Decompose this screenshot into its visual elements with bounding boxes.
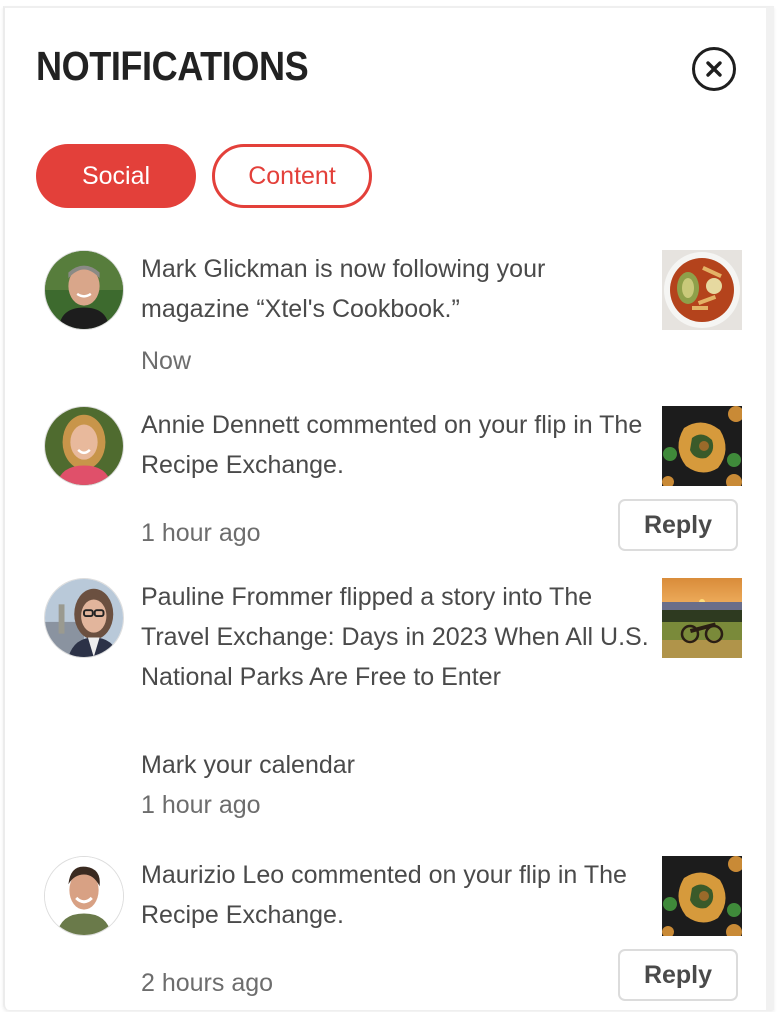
notification-thumbnail[interactable] (662, 578, 742, 658)
notification-thumbnail[interactable] (662, 250, 742, 330)
notification-text: Annie Dennett commented on your flip in … (141, 411, 643, 479)
user-avatar-icon (45, 579, 123, 657)
tab-content[interactable]: Content (212, 144, 372, 208)
notification-subtitle: Mark your calendar (141, 751, 355, 779)
avatar[interactable] (44, 250, 124, 330)
notification-text: Mark Glickman is now following your maga… (141, 255, 546, 323)
notification-time: Now (141, 347, 192, 375)
avatar[interactable] (44, 406, 124, 486)
notification-time: 1 hour ago (141, 519, 261, 547)
notification-thumbnail[interactable] (662, 856, 742, 936)
notification-time: 2 hours ago (141, 969, 274, 997)
pastry-thumbnail-icon (662, 856, 742, 936)
notification-time: 1 hour ago (141, 791, 261, 819)
notification-text: Pauline Frommer flipped a story into The… (141, 583, 649, 691)
close-icon (706, 61, 722, 77)
user-avatar-icon (45, 407, 123, 485)
tortilla-soup-thumbnail-icon (662, 250, 742, 330)
page-title: NOTIFICATIONS (36, 43, 309, 89)
sunset-cannon-thumbnail-icon (662, 578, 742, 658)
pastry-thumbnail-icon (662, 406, 742, 486)
close-button[interactable] (692, 47, 736, 91)
notification-text: Maurizio Leo commented on your flip in T… (141, 861, 627, 929)
user-avatar-icon (45, 857, 123, 935)
notification-thumbnail[interactable] (662, 406, 742, 486)
reply-button[interactable]: Reply (618, 499, 738, 551)
reply-button[interactable]: Reply (618, 949, 738, 1001)
avatar[interactable] (44, 578, 124, 658)
user-avatar-icon (45, 251, 123, 329)
tab-social[interactable]: Social (36, 144, 196, 208)
avatar[interactable] (44, 856, 124, 936)
